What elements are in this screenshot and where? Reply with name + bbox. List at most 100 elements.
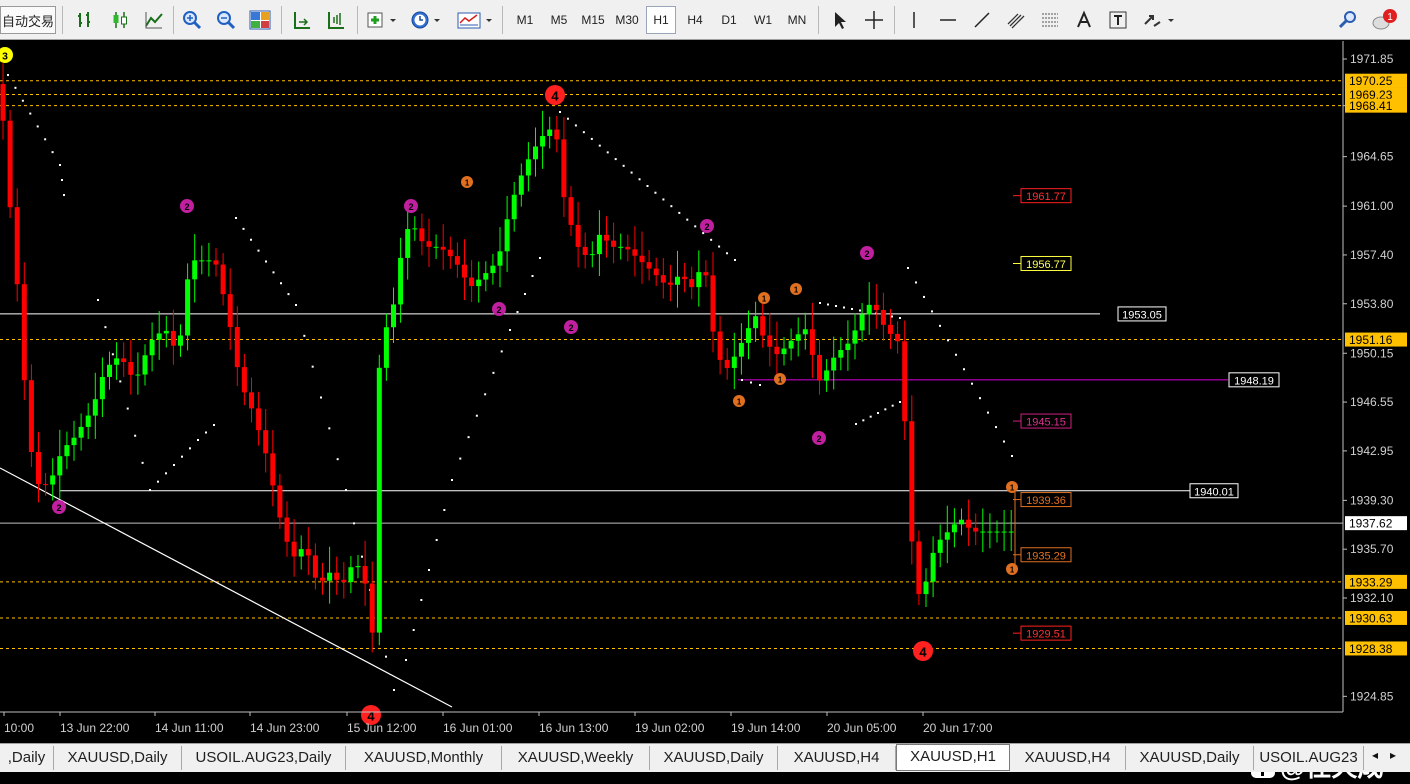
chart-tab-active[interactable]: XAUUSD,H1: [896, 744, 1010, 771]
cursor-icon[interactable]: [826, 6, 854, 34]
candle-body: [284, 517, 290, 542]
notifications-icon[interactable]: 1: [1368, 6, 1402, 34]
sar-dot: [915, 281, 917, 284]
sar-dot: [134, 434, 137, 437]
candle-body: [788, 340, 794, 349]
time-tick-label: 14 Jun 11:00: [155, 721, 224, 735]
candlestick-icon[interactable]: [106, 6, 134, 34]
sar-dot: [165, 472, 167, 475]
chart-tab[interactable]: USOIL.AUG23: [1254, 746, 1364, 770]
sar-dot: [524, 293, 526, 295]
bar-chart-icon[interactable]: [72, 6, 100, 34]
candle-body: [355, 566, 361, 568]
toolbar-separator: [281, 6, 282, 34]
chart-tab[interactable]: XAUUSD,H4: [778, 746, 896, 770]
timeframe-w1-button[interactable]: W1: [748, 6, 778, 34]
search-icon[interactable]: [1334, 6, 1362, 34]
tab-scroll-left-icon[interactable]: ◂: [1372, 748, 1378, 762]
line-chart-icon[interactable]: [140, 6, 168, 34]
sar-dot: [955, 353, 957, 356]
candle-body: [774, 346, 780, 355]
sar-dot: [14, 86, 17, 89]
periods-dropdown-icon[interactable]: [408, 6, 444, 34]
candle-body: [895, 333, 901, 342]
candle-body: [902, 341, 908, 422]
wave-marker-2-label: 2: [56, 503, 61, 513]
sar-dot: [59, 164, 61, 166]
horizontal-line-icon[interactable]: [934, 6, 962, 34]
axis-gold-label: 1970.25: [1349, 74, 1393, 88]
candle-body: [923, 581, 929, 595]
candle-body: [916, 541, 922, 595]
chart-canvas[interactable]: 34442 22222221111111 1961.771956.771945.1…: [0, 41, 1410, 743]
chart-tab[interactable]: XAUUSD,Monthly: [346, 746, 502, 770]
sar-dot: [393, 689, 395, 691]
sar-dot: [843, 306, 845, 309]
timeframe-m5-button[interactable]: M5: [544, 6, 574, 34]
candle-body: [320, 577, 325, 581]
crosshair-icon[interactable]: [860, 6, 888, 34]
templates-dropdown-icon[interactable]: [454, 6, 496, 34]
candle-body: [731, 356, 737, 368]
timeframe-m15-button[interactable]: M15: [578, 6, 608, 34]
wave-marker-2-label: 2: [568, 323, 573, 333]
timeframe-h1-button[interactable]: H1: [646, 6, 676, 34]
autotrade-button[interactable]: 自动交易: [0, 6, 56, 34]
zoom-in-icon[interactable]: [178, 6, 206, 34]
channel-icon[interactable]: [1002, 6, 1030, 34]
arrows-dropdown-icon[interactable]: [1140, 6, 1178, 34]
sar-dot: [899, 401, 901, 403]
sar-dot: [141, 461, 144, 464]
tile-windows-icon[interactable]: [246, 6, 274, 34]
candle-body: [135, 374, 141, 376]
chart-tab[interactable]: XAUUSD,Weekly: [502, 746, 650, 770]
chart-shift-icon[interactable]: [322, 6, 350, 34]
sar-dot: [971, 382, 973, 385]
zoom-out-icon[interactable]: [212, 6, 240, 34]
sar-dot: [353, 522, 355, 525]
candle-body: [980, 531, 986, 533]
sar-dot: [979, 397, 981, 400]
candle-body: [1001, 531, 1007, 533]
fibonacci-icon[interactable]: [1036, 6, 1064, 34]
timeframe-d1-button[interactable]: D1: [714, 6, 744, 34]
candle-body: [220, 264, 226, 295]
text-label-icon[interactable]: [1104, 6, 1132, 34]
sar-dot: [539, 257, 541, 259]
sar-dot: [819, 302, 821, 304]
candle-body: [277, 485, 283, 518]
vertical-line-icon[interactable]: [900, 6, 928, 34]
candle-body: [64, 445, 70, 457]
sar-dot: [467, 436, 470, 439]
timeframe-m30-button[interactable]: M30: [612, 6, 642, 34]
candle-body: [682, 276, 688, 280]
price-chart[interactable]: 3444222222221111111 1961.77 1956.77 1945.1…: [0, 41, 1410, 782]
autoscroll-icon[interactable]: [288, 6, 316, 34]
indicators-dropdown-icon[interactable]: [364, 6, 400, 34]
candle-body: [454, 256, 460, 265]
candle-body: [746, 328, 751, 343]
candle-body: [447, 249, 453, 257]
text-icon[interactable]: [1070, 6, 1098, 34]
sar-dot: [963, 368, 965, 371]
candle-body: [412, 228, 418, 230]
candle-body: [327, 572, 333, 581]
tab-scroll-right-icon[interactable]: ▸: [1390, 748, 1396, 762]
sar-dot: [662, 198, 665, 201]
chart-tabs-bar: ,Daily XAUUSD,Daily USOIL.AUG23,Daily XA…: [0, 743, 1410, 772]
sar-dot: [759, 384, 761, 386]
chart-tab[interactable]: XAUUSD,H4: [1010, 746, 1126, 770]
chart-tab[interactable]: ,Daily: [0, 746, 54, 770]
trendline-icon[interactable]: [968, 6, 996, 34]
candle-body: [831, 357, 837, 371]
sar-dot: [851, 308, 853, 310]
chart-tab[interactable]: USOIL.AUG23,Daily: [182, 746, 346, 770]
chart-tab[interactable]: XAUUSD,Daily: [54, 746, 182, 770]
timeframe-h4-button[interactable]: H4: [680, 6, 710, 34]
timeframe-mn-button[interactable]: MN: [782, 6, 812, 34]
chart-tab[interactable]: XAUUSD,Daily: [1126, 746, 1254, 770]
timeframe-m1-button[interactable]: M1: [510, 6, 540, 34]
candle-body: [85, 415, 91, 427]
candle-body: [7, 120, 13, 208]
chart-tab[interactable]: XAUUSD,Daily: [650, 746, 778, 770]
